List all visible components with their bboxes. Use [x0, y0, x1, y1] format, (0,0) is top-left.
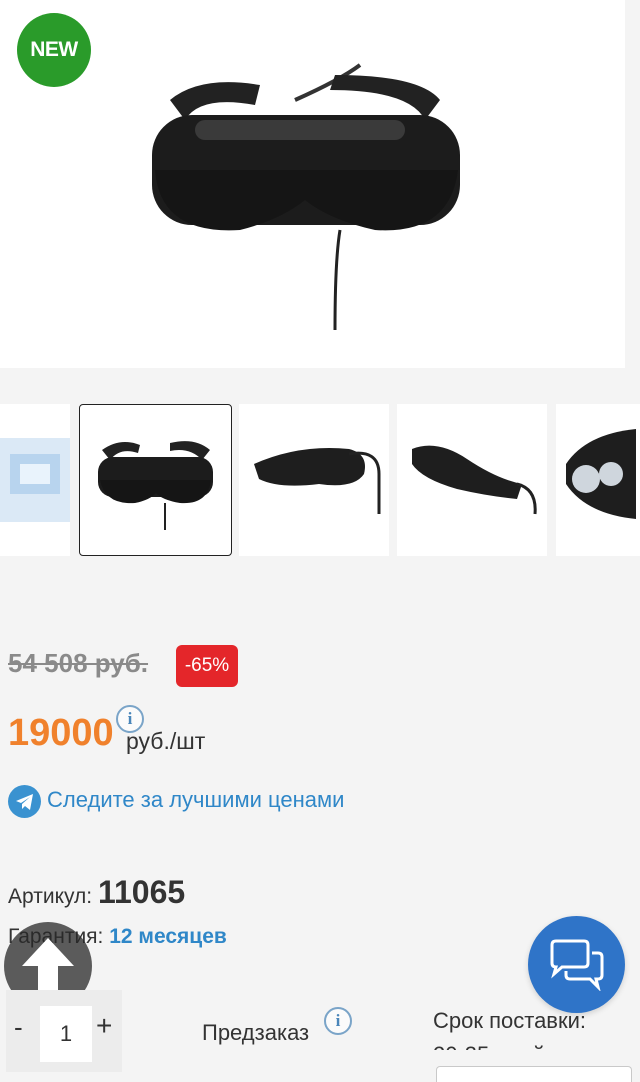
- thumbnail-2-selected[interactable]: [79, 404, 232, 556]
- preorder-info-icon[interactable]: i: [324, 1007, 352, 1035]
- preorder-info-icon-glyph: i: [335, 1011, 341, 1030]
- info-icon[interactable]: i: [116, 705, 144, 733]
- chat-icon: [550, 939, 603, 991]
- chat-button[interactable]: [528, 916, 625, 1013]
- bottom-action-box[interactable]: [436, 1066, 632, 1082]
- telegram-icon[interactable]: [8, 785, 41, 818]
- thumbnail-3-image: [254, 448, 381, 514]
- current-price: 19000: [8, 712, 114, 754]
- old-price: 54 508 руб.: [8, 648, 149, 678]
- thumbnail-4[interactable]: [397, 404, 547, 556]
- new-badge-label: NEW: [30, 38, 78, 61]
- price-unit: руб./шт: [126, 728, 206, 754]
- thumbnail-3[interactable]: [239, 404, 389, 556]
- quantity-input[interactable]: 1: [40, 1006, 92, 1062]
- quantity-increase-button[interactable]: +: [96, 1010, 112, 1042]
- telegram-price-link[interactable]: Следите за лучшими ценами: [47, 787, 344, 813]
- vr-glasses-image: [152, 63, 460, 331]
- quantity-decrease-button[interactable]: -: [14, 1012, 23, 1043]
- sku-row: Артикул: 11065: [8, 874, 185, 911]
- thumbnail-2-image: [98, 441, 213, 530]
- scroll-up-icon: [22, 938, 74, 994]
- info-icon-glyph: i: [127, 709, 133, 728]
- sku-label: Артикул:: [8, 885, 93, 908]
- discount-badge: -65%: [176, 645, 238, 687]
- delivery-value: 20-35 дней: [433, 1042, 545, 1050]
- sku-value: 11065: [97, 874, 186, 910]
- thumbnail-4-image: [412, 445, 537, 515]
- preorder-label: Предзаказ: [202, 1020, 310, 1045]
- warranty-value[interactable]: 12 месяцев: [109, 925, 227, 948]
- delivery-label: Срок поставки:: [433, 1008, 587, 1033]
- thumbnail-1-image: [0, 438, 70, 522]
- new-badge: NEW: [17, 13, 91, 87]
- thumbnail-5-image: [566, 429, 636, 519]
- thumbnail-strip: [0, 404, 640, 556]
- product-main-image[interactable]: NEW: [0, 0, 625, 368]
- quantity-stepper: - 1 +: [6, 990, 122, 1072]
- thumbnail-1[interactable]: [0, 404, 70, 556]
- thumbnail-5[interactable]: [556, 404, 640, 556]
